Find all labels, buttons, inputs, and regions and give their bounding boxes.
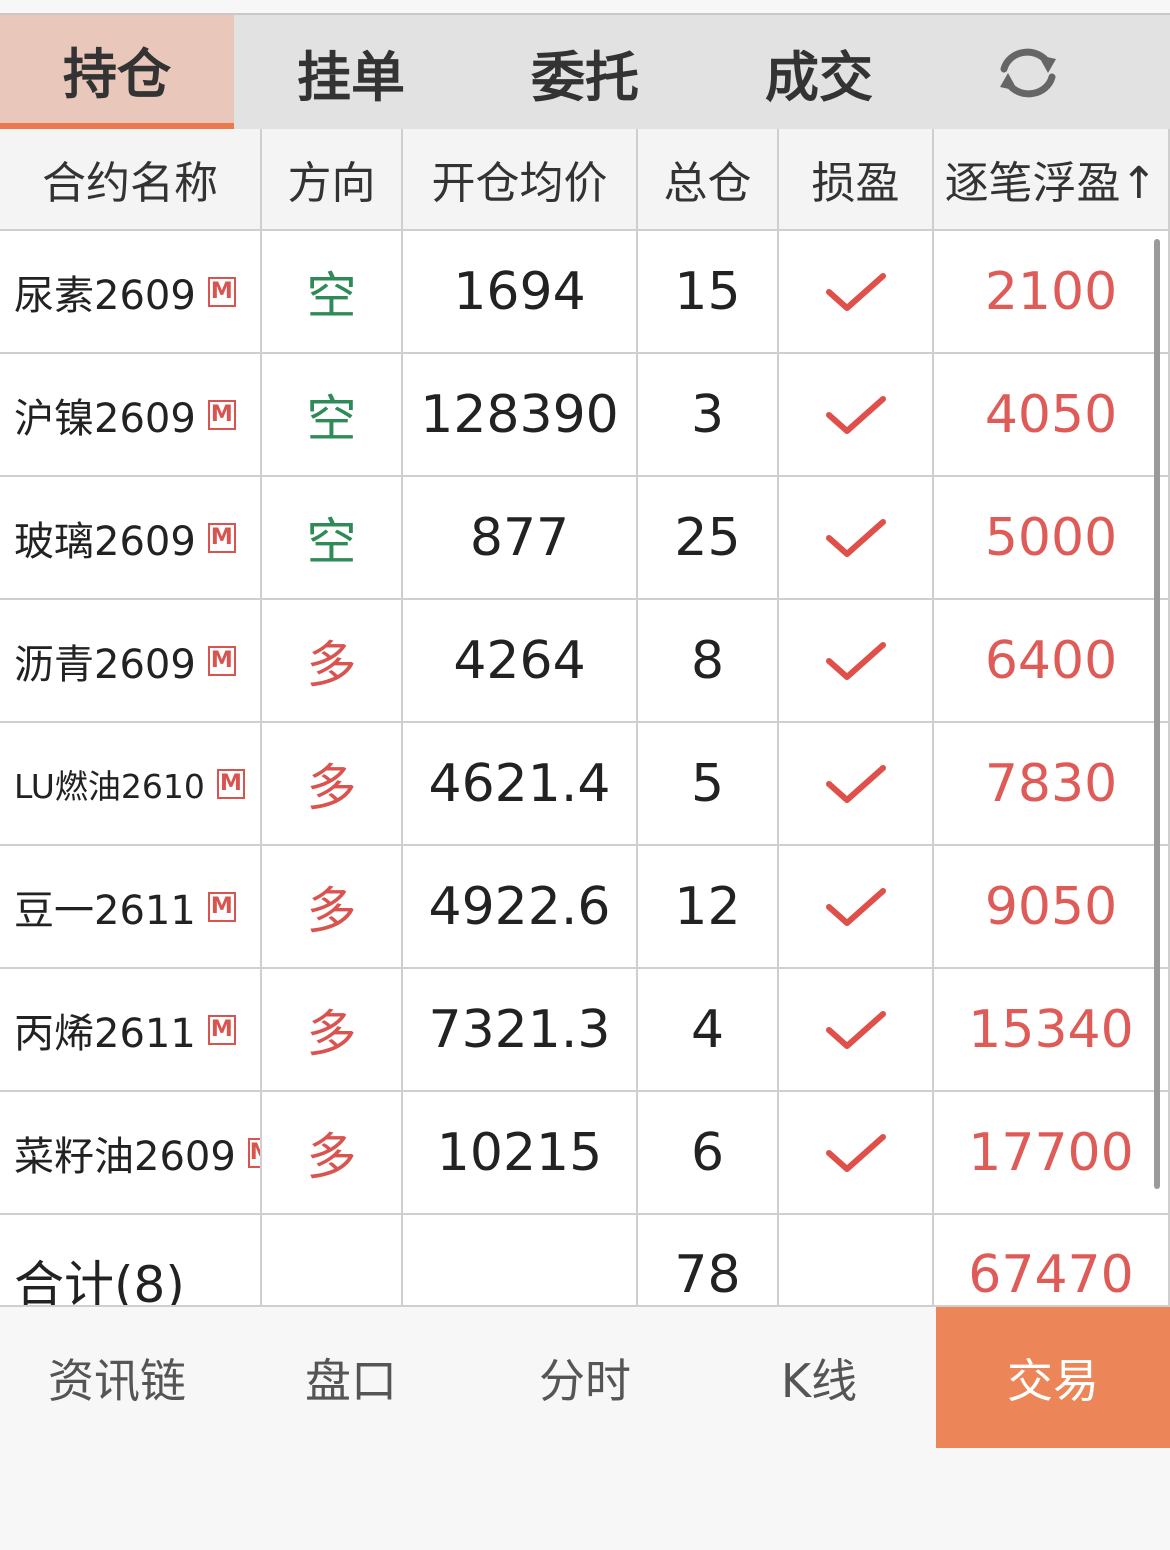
floating-pnl-cell: 9050 [934,846,1170,969]
checkmark-icon[interactable] [779,477,934,600]
column-header-floating-pnl[interactable]: 逐笔浮盈↑ [934,129,1170,231]
quantity-cell: 8 [638,600,779,723]
open-price-cell: 4621.4 [403,723,638,846]
tab-bar: 持仓 挂单 委托 成交 [0,15,1170,129]
checkmark-icon[interactable] [779,354,934,477]
market-badge-icon: M [216,768,245,799]
contract-name: 菜籽油2609 [14,1133,236,1180]
quantity-cell: 3 [638,354,779,477]
total-empty-cell [403,1215,638,1305]
market-badge-icon: M [207,645,236,676]
contract-name: 豆一2611 [14,887,196,934]
direction-cell: 空 [262,477,403,600]
market-badge-icon: M [207,891,236,922]
direction-cell: 空 [262,354,403,477]
floating-pnl-cell: 15340 [934,969,1170,1092]
total-label: 合计(8) [0,1215,262,1305]
bottom-nav: 资讯链 盘口 分时 K线 交易 [0,1305,1170,1448]
market-badge-icon: M [207,276,236,307]
direction-cell: 多 [262,600,403,723]
tab-trades[interactable]: 成交 [702,15,936,129]
contract-name: 丙烯2611 [14,1010,196,1057]
floating-pnl-cell: 4050 [934,354,1170,477]
open-price-cell: 4922.6 [403,846,638,969]
column-header-open-avg-price[interactable]: 开仓均价 [403,129,638,231]
nav-kline[interactable]: K线 [702,1307,936,1448]
direction-cell: 多 [262,723,403,846]
column-header-total-position[interactable]: 总仓 [638,129,779,231]
open-price-cell: 1694 [403,231,638,354]
floating-pnl-cell: 7830 [934,723,1170,846]
open-price-cell: 128390 [403,354,638,477]
quantity-cell: 4 [638,969,779,1092]
nav-order-book[interactable]: 盘口 [234,1307,468,1448]
contract-name: LU燃油2610 [14,766,205,806]
tab-pending-orders[interactable]: 挂单 [234,15,468,129]
market-badge-icon: M [207,522,236,553]
total-pnl: 67470 [934,1215,1170,1305]
column-header-stop-profit-loss[interactable]: 损盈 [779,129,934,231]
column-header-contract-name[interactable]: 合约名称 [0,129,262,231]
contract-name-cell[interactable]: LU燃油2610 M [0,723,262,846]
market-badge-icon: M [247,1137,260,1168]
quantity-cell: 5 [638,723,779,846]
quantity-cell: 6 [638,1092,779,1215]
refresh-icon[interactable] [990,45,1066,101]
contract-name: 玻璃2609 [14,518,196,565]
direction-cell: 多 [262,846,403,969]
tab-positions[interactable]: 持仓 [0,15,234,129]
quantity-cell: 12 [638,846,779,969]
direction-cell: 多 [262,969,403,1092]
floating-pnl-cell: 5000 [934,477,1170,600]
quantity-cell: 25 [638,477,779,600]
contract-name-cell[interactable]: 沪镍2609 M [0,354,262,477]
open-price-cell: 4264 [403,600,638,723]
direction-cell: 空 [262,231,403,354]
total-empty-cell [262,1215,403,1305]
scrollbar[interactable] [1154,239,1160,1189]
contract-name-cell[interactable]: 豆一2611 M [0,846,262,969]
positions-table: 合约名称 方向 开仓均价 总仓 损盈 逐笔浮盈↑ 尿素2609 M 空 1694 15 2100 沪镍2… [0,129,1170,1305]
checkmark-icon[interactable] [779,723,934,846]
checkmark-icon[interactable] [779,846,934,969]
contract-name-cell[interactable]: 丙烯2611 M [0,969,262,1092]
contract-name-cell[interactable]: 尿素2609 M [0,231,262,354]
contract-name: 沪镍2609 [14,395,196,442]
total-empty-cell [779,1215,934,1305]
tab-orders[interactable]: 委托 [468,15,702,129]
contract-name-cell[interactable]: 菜籽油2609 M [0,1092,262,1215]
nav-news-chain[interactable]: 资讯链 [0,1307,234,1448]
market-badge-icon: M [207,1014,236,1045]
checkmark-icon[interactable] [779,231,934,354]
direction-cell: 多 [262,1092,403,1215]
contract-name-cell[interactable]: 沥青2609 M [0,600,262,723]
checkmark-icon[interactable] [779,600,934,723]
floating-pnl-cell: 6400 [934,600,1170,723]
floating-pnl-cell: 2100 [934,231,1170,354]
contract-name: 沥青2609 [14,641,196,688]
trade-button[interactable]: 交易 [936,1307,1170,1448]
checkmark-icon[interactable] [779,1092,934,1215]
market-badge-icon: M [207,399,236,430]
total-quantity: 78 [638,1215,779,1305]
nav-intraday[interactable]: 分时 [468,1307,702,1448]
open-price-cell: 10215 [403,1092,638,1215]
quantity-cell: 15 [638,231,779,354]
open-price-cell: 877 [403,477,638,600]
open-price-cell: 7321.3 [403,969,638,1092]
contract-name-cell[interactable]: 玻璃2609 M [0,477,262,600]
floating-pnl-cell: 17700 [934,1092,1170,1215]
contract-name: 尿素2609 [14,272,196,319]
column-header-direction[interactable]: 方向 [262,129,403,231]
checkmark-icon[interactable] [779,969,934,1092]
